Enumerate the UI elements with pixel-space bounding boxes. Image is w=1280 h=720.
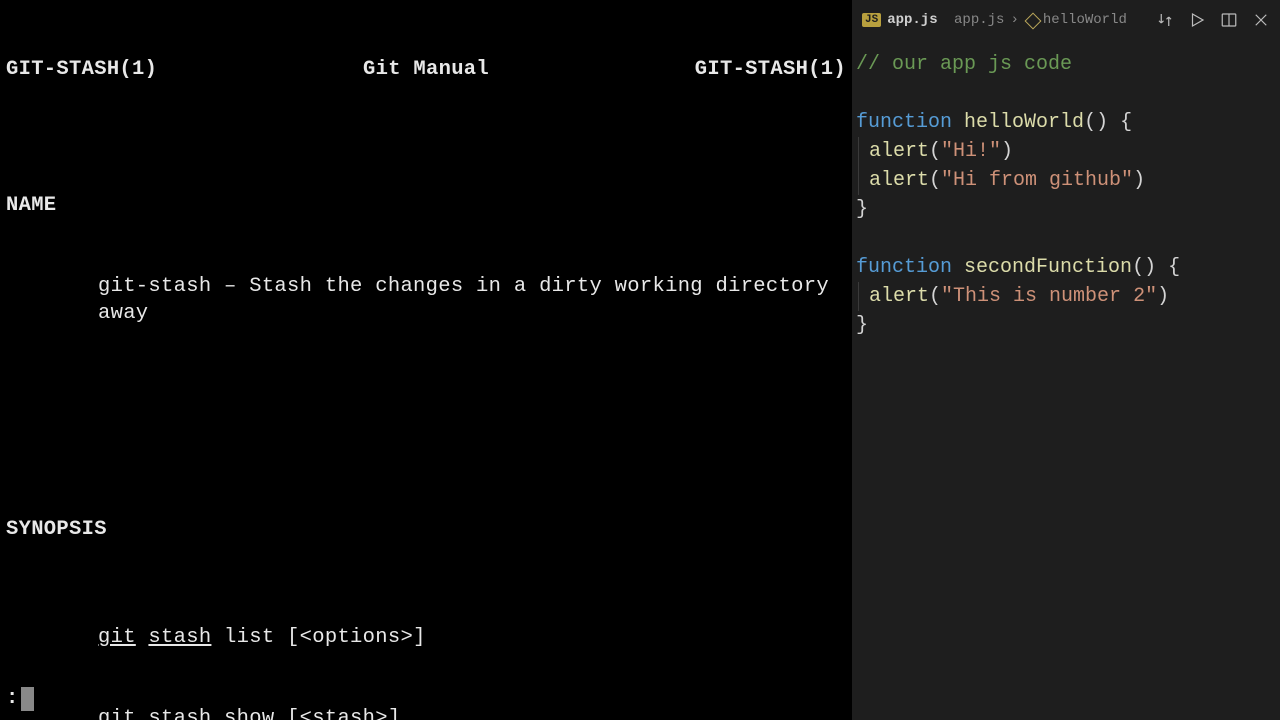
chevron-right-icon: › (1010, 12, 1018, 28)
editor-body[interactable]: // our app js code function helloWorld()… (852, 40, 1280, 720)
synopsis-line-list: git stash list [<options>] (6, 624, 846, 651)
man-header: GIT-STASH(1) Git Manual GIT-STASH(1) (6, 56, 846, 83)
symbol-function-icon (1024, 12, 1041, 29)
close-icon[interactable] (1252, 11, 1270, 29)
pager-prompt-colon: : (6, 685, 19, 712)
man-page-pane[interactable]: GIT-STASH(1) Git Manual GIT-STASH(1) NAM… (0, 0, 852, 720)
js-file-icon: JS (862, 13, 881, 27)
breadcrumb-file[interactable]: app.js (954, 12, 1004, 28)
block-cursor (21, 687, 34, 711)
section-name-heading: NAME (6, 192, 846, 219)
synopsis-line-show: git stash show [<stash>] (6, 705, 846, 720)
man-title-left: GIT-STASH(1) (6, 56, 157, 83)
compare-changes-icon[interactable] (1156, 11, 1174, 29)
pager-prompt[interactable]: : (6, 685, 34, 712)
name-line: git-stash – Stash the changes in a dirty… (6, 273, 846, 327)
breadcrumb-separator (944, 12, 952, 28)
section-synopsis-heading: SYNOPSIS (6, 516, 846, 543)
run-icon[interactable] (1188, 11, 1206, 29)
editor-pane: JS app.js app.js › helloWorld // our app… (852, 0, 1280, 720)
man-title-right: GIT-STASH(1) (695, 56, 846, 83)
editor-tab[interactable]: app.js (887, 12, 937, 28)
editor-tabbar: JS app.js app.js › helloWorld (852, 0, 1280, 40)
split-editor-icon[interactable] (1220, 11, 1238, 29)
man-title-center: Git Manual (363, 56, 489, 83)
breadcrumb-function[interactable]: helloWorld (1043, 12, 1127, 28)
code-comment: // our app js code (856, 53, 1072, 76)
